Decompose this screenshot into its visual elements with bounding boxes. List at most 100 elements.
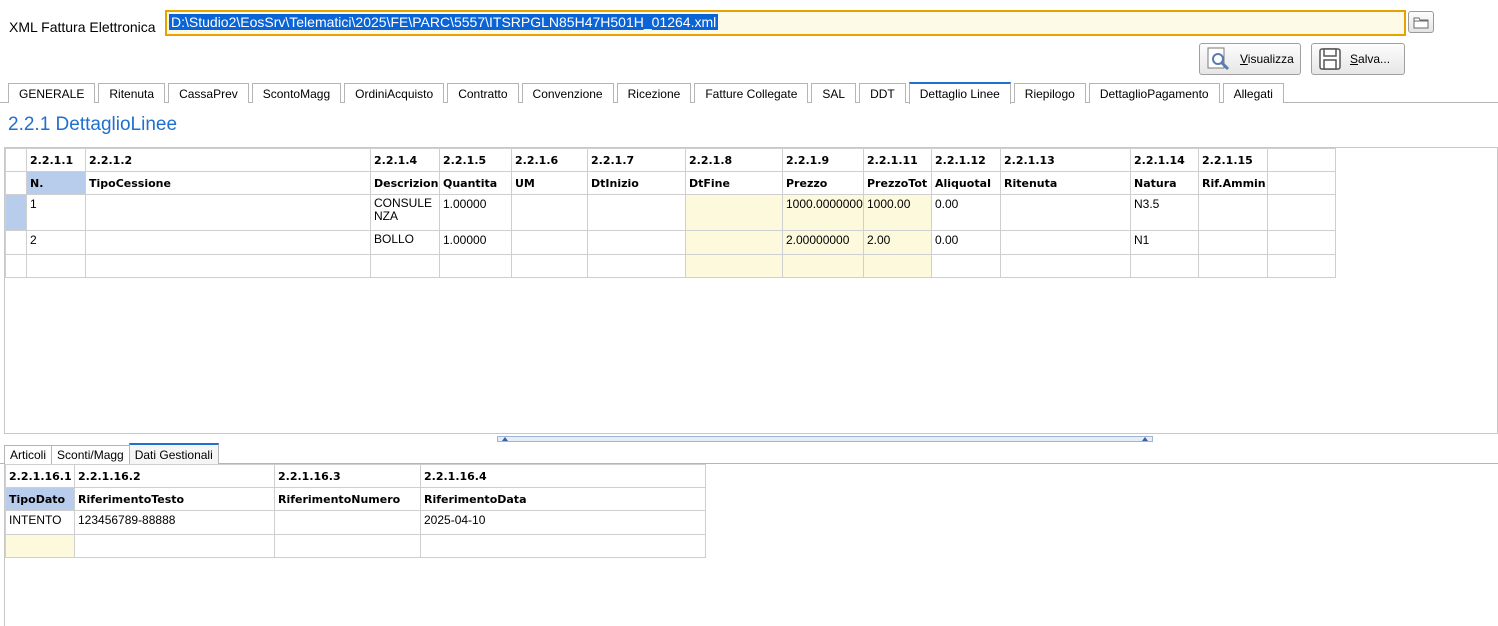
grid-cell[interactable]: N3.5 (1130, 194, 1199, 231)
grid-cell[interactable] (274, 534, 421, 558)
tab-ricezione[interactable]: Ricezione (616, 83, 692, 103)
row-indicator[interactable] (5, 194, 27, 231)
grid-cell[interactable] (1000, 254, 1131, 278)
visualizza-label: Visualizza (1240, 52, 1294, 66)
file-path-text: D:\Studio2\EosSrv\Telematici\2025\FE\PAR… (169, 14, 719, 30)
grid-cell[interactable] (370, 254, 440, 278)
tab-generale[interactable]: GENERALE (8, 83, 96, 103)
column-header: 2.2.1.7 (587, 148, 686, 172)
grid-cell[interactable] (1198, 194, 1268, 231)
row-indicator[interactable] (5, 230, 27, 255)
tab-convenzione[interactable]: Convenzione (521, 83, 614, 103)
grid-cell[interactable]: 0.00 (931, 230, 1001, 255)
tab-fatture-collegate[interactable]: Fatture Collegate (694, 83, 809, 103)
tab-ordiniacquisto[interactable]: OrdiniAcquisto (344, 83, 445, 103)
grid-cell[interactable]: 0.00 (931, 194, 1001, 231)
grid-cell[interactable] (1267, 194, 1336, 231)
column-header: Prezzo (782, 171, 864, 195)
grid-cell[interactable] (74, 534, 275, 558)
column-header: TipoCessione (85, 171, 371, 195)
tab-riepilogo[interactable]: Riepilogo (1013, 83, 1086, 103)
grid-cell[interactable] (587, 254, 686, 278)
grid-cell[interactable] (931, 254, 1001, 278)
lines-table: 2.2.1.1 2.2.1.2 2.2.1.4 2.2.1.5 2.2.1.6 2.2.1… (5, 148, 1336, 278)
grid-cell[interactable] (1267, 230, 1336, 255)
grid-cell[interactable] (511, 230, 588, 255)
grid-cell[interactable] (511, 254, 588, 278)
tab-dettaglio-linee[interactable]: Dettaglio Linee (908, 82, 1011, 104)
grid-cell[interactable]: 2 (26, 230, 86, 255)
salva-button[interactable]: Salva... (1311, 43, 1405, 75)
table-row[interactable] (5, 254, 1336, 278)
grid-cell[interactable] (511, 194, 588, 231)
column-header (1267, 171, 1336, 195)
column-header: 2.2.1.16.4 (420, 464, 706, 488)
visualizza-button[interactable]: Visualizza (1199, 43, 1301, 75)
row-indicator[interactable] (5, 254, 27, 278)
grid-cell[interactable] (1000, 194, 1131, 231)
tab-ddt[interactable]: DDT (859, 83, 906, 103)
grid-cell[interactable] (685, 254, 783, 278)
row-indicator[interactable] (5, 171, 27, 195)
grid-cell[interactable] (1198, 230, 1268, 255)
tab-sal[interactable]: SAL (811, 83, 857, 103)
row-indicator[interactable] (5, 148, 27, 172)
grid-cell[interactable] (587, 230, 686, 255)
tab-allegati[interactable]: Allegati (1222, 83, 1284, 103)
column-header: 2.2.1.15 (1198, 148, 1268, 172)
grid-cell[interactable] (587, 194, 686, 231)
column-header: UM (511, 171, 588, 195)
grid-cell[interactable]: 1 (26, 194, 86, 231)
panel-splitter[interactable] (497, 436, 1153, 442)
grid-cell[interactable]: 1.00000 (439, 194, 512, 231)
grid-cell[interactable] (782, 254, 864, 278)
tab-cassaprev[interactable]: CassaPrev (168, 83, 249, 103)
table-row[interactable]: 2 BOLLO 1.00000 2.00000000 2.00 0.00 N1 (5, 230, 1336, 255)
column-header: 2.2.1.8 (685, 148, 783, 172)
grid-cell[interactable] (85, 254, 371, 278)
grid-cell[interactable] (85, 194, 371, 231)
grid-cell[interactable] (274, 510, 421, 535)
xml-file-path-input[interactable]: D:\Studio2\EosSrv\Telematici\2025\FE\PAR… (165, 10, 1406, 36)
subtab-dati-gestionali[interactable]: Dati Gestionali (128, 443, 219, 464)
grid-cell[interactable] (85, 230, 371, 255)
grid-cell[interactable] (1198, 254, 1268, 278)
grid-cell[interactable]: BOLLO (370, 230, 440, 255)
grid-cell[interactable] (1130, 254, 1199, 278)
tab-dettagliopagamento[interactable]: DettaglioPagamento (1088, 83, 1220, 103)
grid-cell[interactable] (1000, 230, 1131, 255)
grid-cell[interactable]: 2.00000000 (782, 230, 864, 255)
column-header: 2.2.1.5 (439, 148, 512, 172)
grid-cell[interactable] (5, 534, 75, 558)
grid-cell[interactable] (685, 194, 783, 231)
table-row[interactable] (5, 534, 706, 558)
grid-cell[interactable]: 1000.00 (863, 194, 932, 231)
dati-gestionali-grid[interactable]: 2.2.1.16.1 2.2.1.16.2 2.2.1.16.3 2.2.1.16.4… (4, 464, 1498, 626)
browse-button[interactable] (1408, 11, 1434, 33)
tab-scontomagg[interactable]: ScontoMagg (251, 83, 342, 103)
column-header: TipoDato (5, 487, 75, 511)
grid-cell[interactable] (420, 534, 706, 558)
grid-cell[interactable] (26, 254, 86, 278)
tab-ritenuta[interactable]: Ritenuta (98, 83, 166, 103)
table-row[interactable]: 1 CONSULENZA 1.00000 1000.00000000 1000.00 0.… (5, 194, 1336, 231)
grid-cell[interactable] (439, 254, 512, 278)
grid-cell[interactable] (685, 230, 783, 255)
grid-cell[interactable]: 2025-04-10 (420, 510, 706, 535)
table-row[interactable]: INTENTO 123456789-88888 2025-04-10 (5, 510, 706, 535)
tab-contratto[interactable]: Contratto (447, 83, 519, 103)
grid-cell[interactable]: 1000.00000000 (782, 194, 864, 231)
magnifier-icon (1207, 47, 1230, 71)
grid-cell[interactable]: INTENTO (5, 510, 75, 535)
dettaglio-linee-grid[interactable]: 2.2.1.1 2.2.1.2 2.2.1.4 2.2.1.5 2.2.1.6 2.2.1… (4, 147, 1498, 434)
grid-cell[interactable]: 2.00 (863, 230, 932, 255)
grid-cell[interactable]: 123456789-88888 (74, 510, 275, 535)
grid-cell[interactable]: 1.00000 (439, 230, 512, 255)
grid-cell[interactable]: CONSULENZA (370, 194, 440, 231)
grid-cell[interactable] (863, 254, 932, 278)
subtab-articoli[interactable]: Articoli (4, 445, 53, 464)
grid-cell[interactable]: N1 (1130, 230, 1199, 255)
grid-cell[interactable] (1267, 254, 1336, 278)
subtab-sconti-magg[interactable]: Sconti/Magg (51, 445, 130, 464)
section-title: 2.2.1 DettaglioLinee (8, 114, 178, 135)
